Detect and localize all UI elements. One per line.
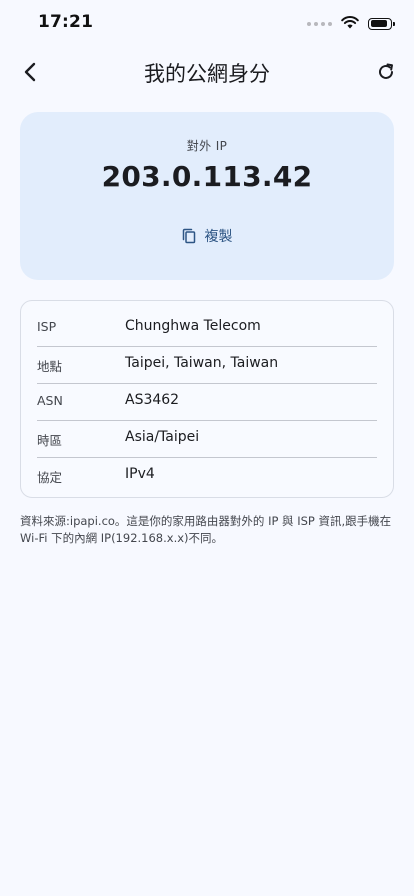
public-ip-value: 203.0.113.42 — [101, 160, 313, 193]
info-value: Asia/Taipei — [125, 429, 200, 445]
network-info-card: ISP Chunghwa Telecom 地點 Taipei, Taiwan, … — [20, 300, 394, 498]
info-row-timezone: 時區 Asia/Taipei — [37, 421, 377, 458]
info-key: 協定 — [37, 470, 63, 485]
refresh-icon — [379, 63, 393, 79]
public-ip-label: 對外 IP — [186, 139, 228, 153]
refresh-button[interactable] — [370, 56, 402, 88]
app-bar: 我的公網身分 — [0, 48, 414, 96]
page-title: 我的公網身分 — [144, 62, 270, 86]
data-source-footnote: 資料來源:ipapi.co。這是你的家用路由器對外的 IP 與 ISP 資訊,跟… — [20, 514, 392, 545]
public-ip-card: 對外 IP 203.0.113.42 複製 — [20, 112, 394, 280]
info-value: AS3462 — [125, 392, 180, 408]
status-icons — [307, 14, 395, 33]
copy-label: 複製 — [204, 229, 233, 245]
info-key: 時區 — [37, 433, 63, 448]
wifi-icon — [341, 14, 359, 33]
info-key: ASN — [37, 393, 63, 408]
info-value: Taipei, Taiwan, Taiwan — [125, 355, 279, 371]
info-row-isp: ISP Chunghwa Telecom — [37, 310, 377, 347]
copy-button[interactable]: 複製 — [168, 218, 247, 254]
info-value: IPv4 — [125, 466, 155, 482]
info-key: ISP — [37, 319, 57, 334]
info-value: Chunghwa Telecom — [125, 318, 261, 334]
info-row-location: 地點 Taipei, Taiwan, Taiwan — [37, 347, 377, 384]
status-bar: 17:21 — [0, 0, 414, 44]
signal-dots-icon — [307, 21, 332, 26]
info-row-protocol: 協定 IPv4 — [37, 458, 377, 494]
battery-icon — [368, 17, 395, 30]
info-key: 地點 — [37, 359, 63, 374]
status-time: 17:21 — [38, 12, 94, 32]
info-row-asn: ASN AS3462 — [37, 384, 377, 421]
copy-icon — [182, 228, 196, 244]
